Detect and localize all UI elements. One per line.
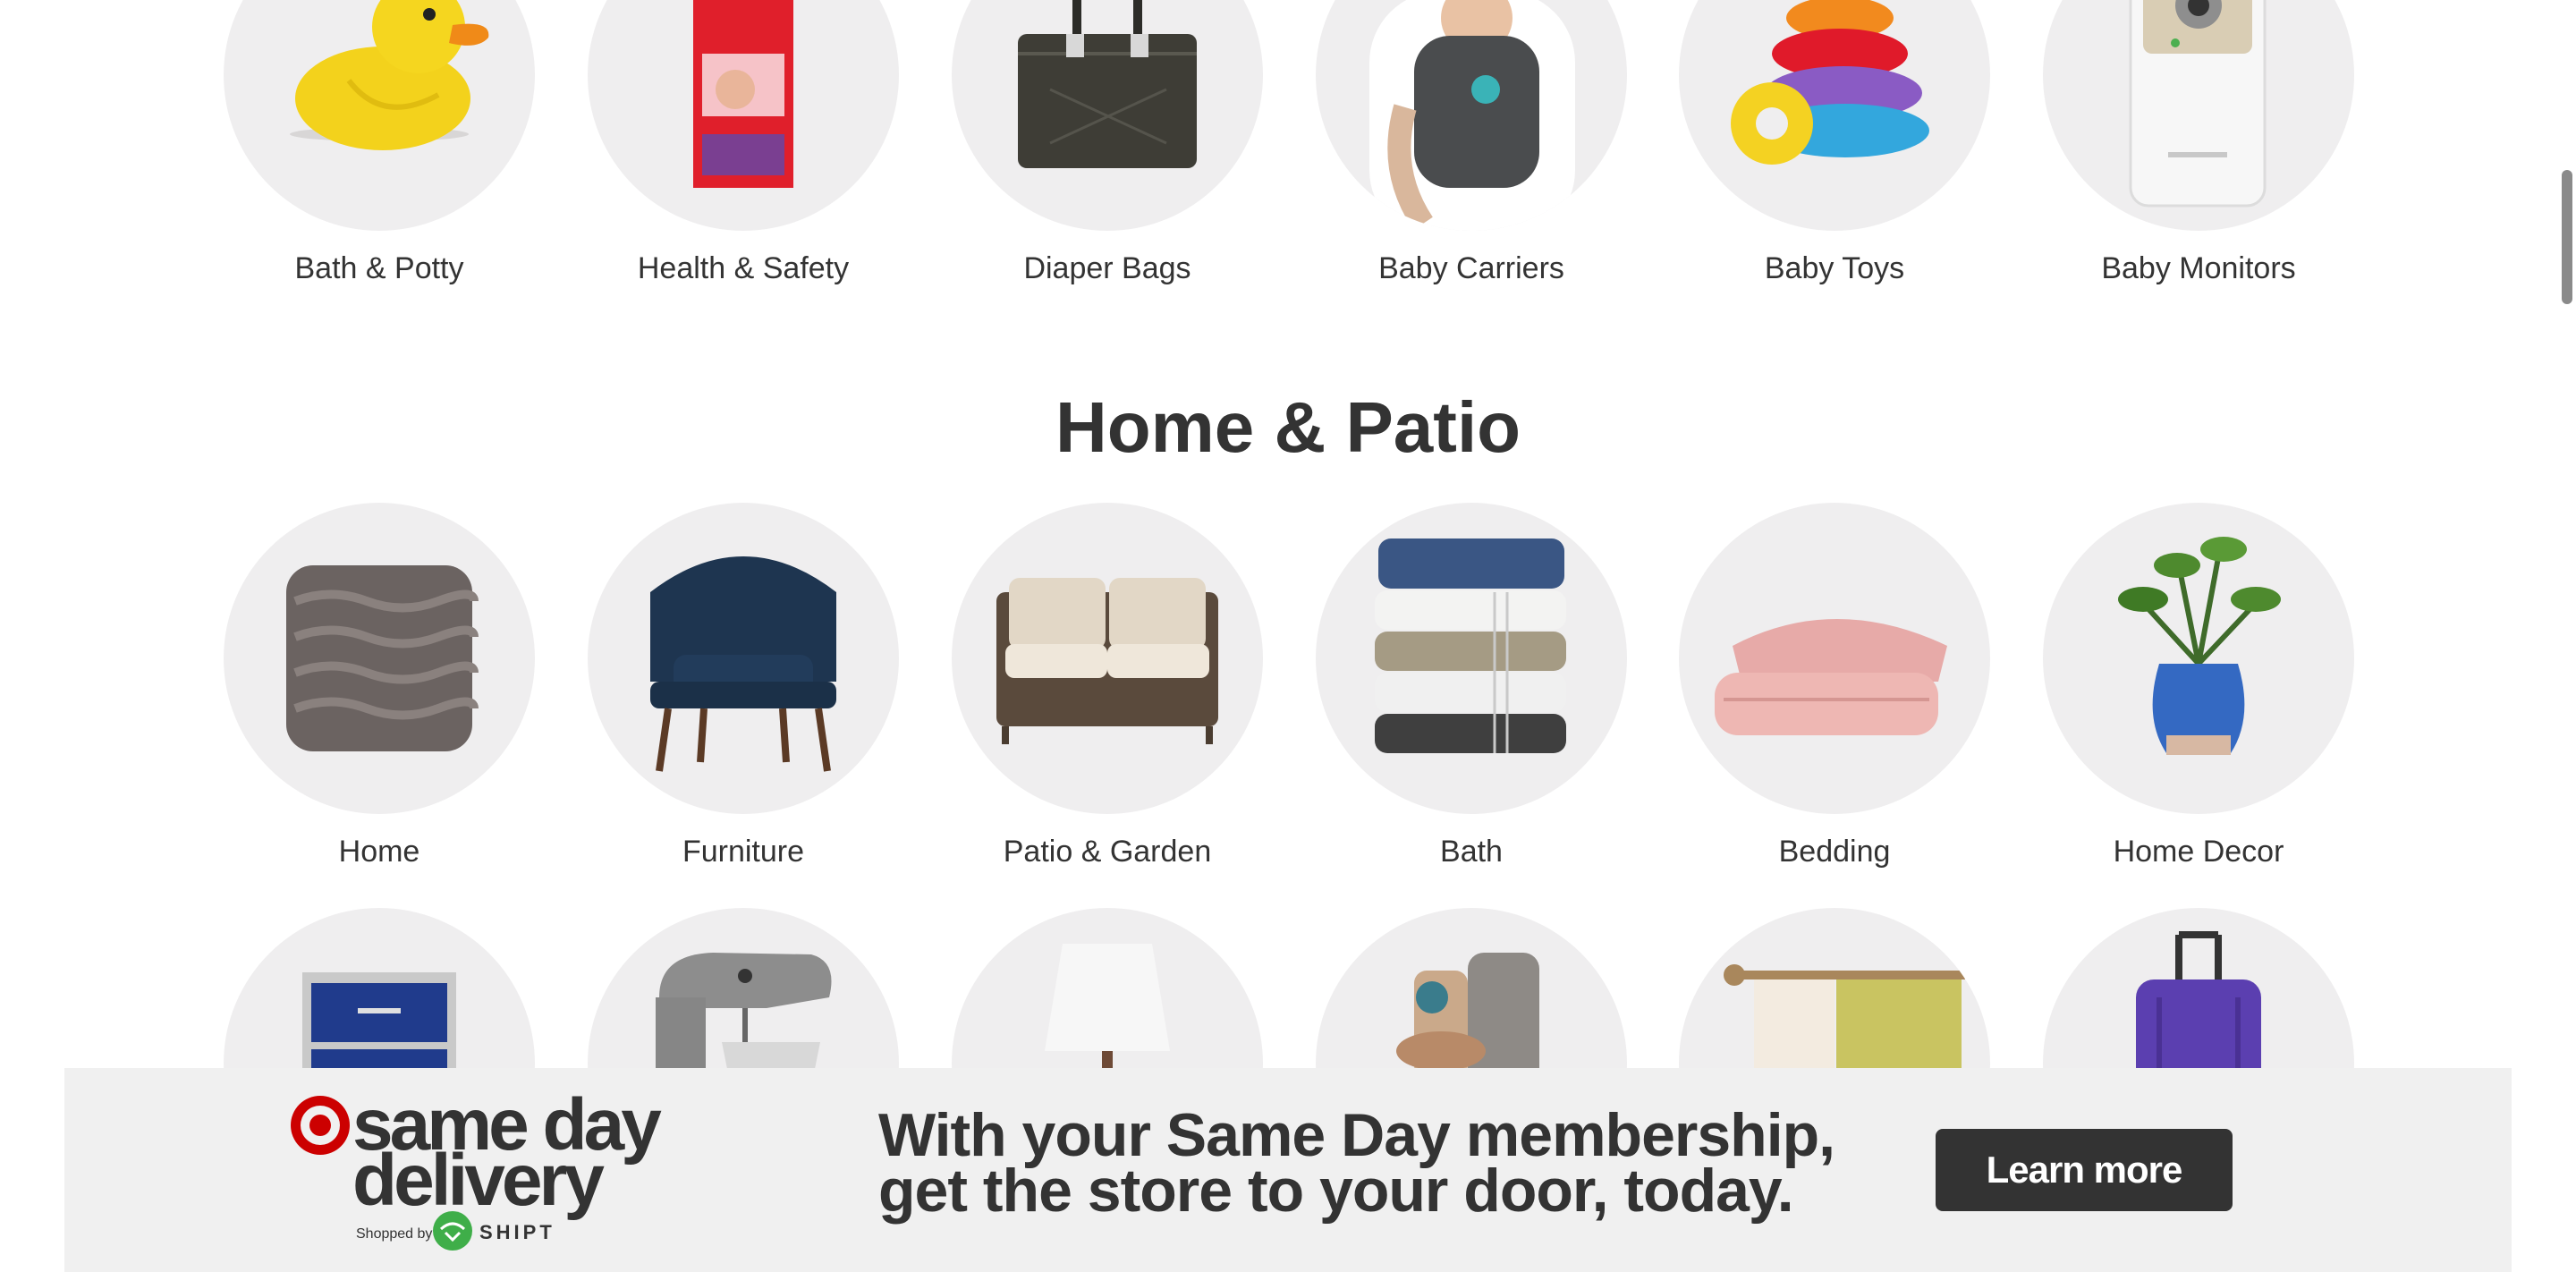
banner-message-line-2: get the store to your door, today.	[878, 1157, 1794, 1225]
rubber-duck-icon	[290, 0, 489, 150]
home-image[interactable]	[224, 503, 535, 814]
same-day-delivery-logo[interactable]: same day delivery Shopped by SHIPT	[288, 1088, 682, 1263]
category-label: Bath	[1440, 835, 1503, 869]
duvet-icon	[1715, 619, 1947, 735]
category-baby-toys[interactable]: Baby Toys	[1679, 0, 1990, 286]
bath-image[interactable]	[1316, 503, 1627, 814]
category-label: Health & Safety	[637, 251, 850, 285]
category-furniture[interactable]: Furniture	[588, 503, 899, 869]
health-safety-image[interactable]	[588, 0, 899, 231]
diaper-bag-icon	[1018, 0, 1197, 168]
patio-loveseat-icon	[996, 578, 1218, 744]
pillow-icon	[286, 565, 479, 751]
category-home-decor[interactable]: Home Decor	[2043, 503, 2354, 869]
category-label: Baby Toys	[1764, 251, 1905, 285]
category-bath-potty[interactable]: Bath & Potty	[224, 0, 535, 286]
shopped-by-label: Shopped by	[356, 1226, 433, 1242]
category-bedding[interactable]: Bedding	[1679, 503, 1990, 869]
banner-message: With your Same Day membership, get the s…	[878, 1101, 1835, 1225]
page-scrollbar-thumb[interactable]	[2562, 170, 2572, 304]
category-health-safety[interactable]: Health & Safety	[588, 0, 899, 286]
category-label: Baby Carriers	[1378, 251, 1564, 285]
category-home[interactable]: Home	[224, 503, 535, 869]
furniture-image[interactable]	[588, 503, 899, 814]
potted-plant-icon	[2118, 537, 2281, 755]
bedding-image[interactable]	[1679, 503, 1990, 814]
category-baby-monitors[interactable]: Baby Monitors	[2043, 0, 2354, 286]
category-label: Bath & Potty	[294, 251, 464, 285]
shipt-wordmark: SHIPT	[479, 1221, 555, 1243]
section-title-home-patio: Home & Patio	[1055, 387, 1521, 467]
target-bullseye-icon	[291, 1096, 350, 1155]
category-label: Home Decor	[2113, 835, 2284, 869]
same-day-delivery-banner[interactable]: same day delivery Shopped by SHIPT With …	[64, 1068, 2512, 1272]
category-label: Home	[338, 835, 420, 869]
category-label: Diaper Bags	[1023, 251, 1191, 285]
banner-message-line-1: With your Same Day membership,	[878, 1101, 1835, 1169]
category-label: Furniture	[682, 835, 805, 869]
category-label: Patio & Garden	[1003, 835, 1212, 869]
bath-potty-image[interactable]	[224, 0, 535, 231]
stacking-toy-icon	[1731, 0, 1929, 165]
learn-more-button[interactable]: Learn more	[1936, 1129, 2233, 1211]
category-diaper-bags[interactable]: Diaper Bags	[952, 0, 1263, 286]
home-decor-image[interactable]	[2043, 503, 2354, 814]
towel-stack-icon	[1375, 538, 1566, 753]
category-patio-garden[interactable]: Patio & Garden	[952, 503, 1263, 869]
baby-monitors-image[interactable]	[2043, 0, 2354, 231]
diaper-bags-image[interactable]	[952, 0, 1263, 231]
category-label: Bedding	[1778, 835, 1891, 869]
patio-garden-image[interactable]	[952, 503, 1263, 814]
logo-line-delivery: delivery	[352, 1140, 605, 1221]
baby-toys-image[interactable]	[1679, 0, 1990, 231]
baby-carrier-icon	[1369, 0, 1575, 231]
baby-monitor-icon	[2129, 0, 2267, 208]
category-baby-carriers[interactable]: Baby Carriers	[1316, 0, 1627, 286]
category-bath[interactable]: Bath	[1316, 503, 1627, 869]
category-label: Baby Monitors	[2101, 251, 2296, 285]
armchair-icon	[650, 556, 836, 772]
shipt-logo-icon	[433, 1211, 472, 1251]
medicine-box-icon	[693, 0, 793, 188]
baby-carriers-image[interactable]	[1316, 0, 1627, 231]
